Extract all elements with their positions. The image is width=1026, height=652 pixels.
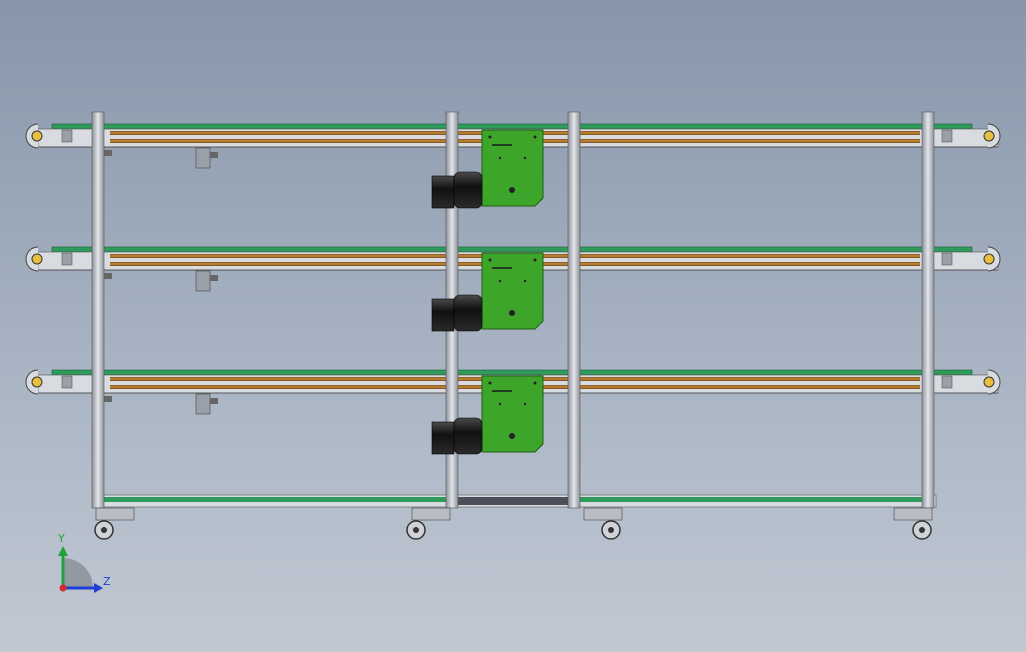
triad-arc [63,558,93,588]
caster-wheel[interactable] [893,507,933,540]
z-axis-label: Z [103,575,111,588]
cad-viewport[interactable] [0,0,1026,652]
frame-post[interactable] [921,111,935,509]
origin-icon [59,584,67,592]
caster-wheel[interactable] [94,507,135,540]
caster-wheel[interactable] [406,507,451,540]
caster-wheel[interactable] [583,507,623,540]
base-frame-rail[interactable] [95,494,937,508]
axis-triad [58,546,103,593]
frame-post[interactable] [567,111,581,509]
frame-post[interactable] [91,111,105,509]
casters [94,507,933,540]
y-axis-label: Y [58,532,65,545]
